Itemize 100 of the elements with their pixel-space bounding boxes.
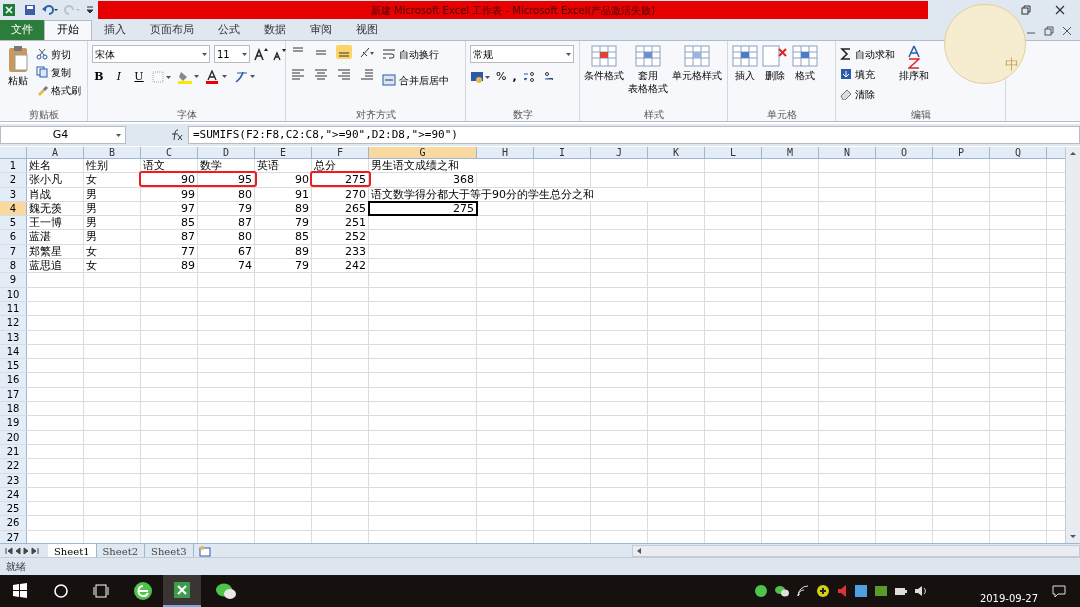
text-orientation-icon[interactable] xyxy=(359,45,375,59)
column-header[interactable]: A xyxy=(27,147,84,158)
format-button[interactable]: 格式 xyxy=(792,45,818,82)
horizontal-scrollbar[interactable] xyxy=(631,544,1080,557)
formula-field[interactable]: =SUMIFS(F2:F8,C2:C8,">=90",D2:D8,">=90") xyxy=(188,126,1080,144)
font-size-dropdown[interactable]: 11 xyxy=(214,45,250,63)
column-header[interactable]: K xyxy=(648,147,705,158)
function-icon[interactable] xyxy=(170,129,184,141)
bold-button[interactable]: B xyxy=(92,69,106,86)
column-header[interactable]: D xyxy=(198,147,255,158)
row-header[interactable]: 12 xyxy=(0,316,27,330)
conditional-formatting-button[interactable]: 条件格式 xyxy=(584,45,624,82)
toolbar-button[interactable]: 复制 xyxy=(36,63,81,81)
undo-icon[interactable] xyxy=(42,4,58,16)
delete-button[interactable]: 删除 xyxy=(762,45,788,82)
column-header[interactable]: H xyxy=(477,147,534,158)
tray-chat-icon[interactable] xyxy=(773,584,790,598)
save-icon[interactable] xyxy=(24,4,36,16)
row-header[interactable]: 8 xyxy=(0,259,27,273)
ribbon-tab[interactable]: 数据 xyxy=(252,20,298,40)
italic-button[interactable]: I xyxy=(112,69,126,86)
fill-color-icon[interactable] xyxy=(178,70,200,85)
customize-toolbar-icon[interactable] xyxy=(86,4,94,16)
toolbar-button[interactable]: 清除 xyxy=(840,85,895,103)
row-header[interactable]: 1 xyxy=(0,159,27,173)
row-header[interactable]: 25 xyxy=(0,502,27,516)
volume-icon[interactable] xyxy=(913,584,928,598)
ribbon-tab[interactable]: 视图 xyxy=(344,20,390,40)
name-box[interactable]: G4 xyxy=(0,126,126,144)
align-center-icon[interactable] xyxy=(313,67,329,81)
sort-filter-button[interactable]: 排序和 xyxy=(899,45,929,82)
wifi-icon[interactable] xyxy=(795,584,810,598)
close-icon[interactable] xyxy=(1054,4,1066,16)
format-as-table-button[interactable]: 套用 表格格式 xyxy=(628,45,668,95)
row-header[interactable]: 18 xyxy=(0,402,27,416)
column-header[interactable]: N xyxy=(819,147,876,158)
phonetic-icon[interactable] xyxy=(234,70,256,85)
row-header[interactable]: 2 xyxy=(0,173,27,187)
column-header[interactable]: O xyxy=(876,147,933,158)
sheet-tab[interactable]: Sheet1 xyxy=(48,543,97,558)
ribbon-tab[interactable]: 公式 xyxy=(206,20,252,40)
windows-start-icon[interactable] xyxy=(12,583,28,599)
tray-app-icon[interactable] xyxy=(853,584,868,598)
vertical-scrollbar[interactable] xyxy=(1065,147,1080,543)
ribbon-tab[interactable]: 开始 xyxy=(44,20,92,40)
notification-icon[interactable] xyxy=(1052,584,1066,598)
shrink-font-icon[interactable] xyxy=(272,47,286,61)
chat-bubbles-icon[interactable] xyxy=(215,581,237,601)
column-header[interactable]: J xyxy=(591,147,648,158)
column-header[interactable]: E xyxy=(255,147,312,158)
font-name-dropdown[interactable]: 宋体 xyxy=(92,45,210,63)
search-icon[interactable] xyxy=(53,583,69,599)
column-header[interactable]: B xyxy=(84,147,141,158)
browser-icon[interactable] xyxy=(133,581,153,601)
task-view-icon[interactable] xyxy=(93,583,109,599)
row-header[interactable]: 16 xyxy=(0,373,27,387)
ribbon-tab[interactable]: 页面布局 xyxy=(138,20,206,40)
row-header[interactable]: 22 xyxy=(0,459,27,473)
indent-icon[interactable] xyxy=(359,67,375,81)
grow-font-icon[interactable] xyxy=(254,47,268,61)
number-format-dropdown[interactable]: 常规 xyxy=(470,45,574,63)
toolbar-button[interactable]: 剪切 xyxy=(36,45,81,63)
comma-button[interactable]: , xyxy=(512,69,517,86)
ribbon-tab[interactable]: 审阅 xyxy=(298,20,344,40)
tray-plus-icon[interactable] xyxy=(815,584,830,598)
align-bottom-icon[interactable] xyxy=(336,45,352,59)
tray-speaker-icon[interactable] xyxy=(835,584,848,598)
column-header[interactable]: C xyxy=(141,147,198,158)
column-header[interactable]: Q xyxy=(990,147,1047,158)
toolbar-button[interactable]: 自动求和 xyxy=(840,45,895,63)
column-header[interactable]: I xyxy=(534,147,591,158)
borders-icon[interactable] xyxy=(152,71,172,84)
row-header[interactable]: 5 xyxy=(0,216,27,230)
row-header[interactable]: 19 xyxy=(0,416,27,430)
increase-decimal-icon[interactable] xyxy=(522,71,537,84)
row-header[interactable]: 26 xyxy=(0,516,27,530)
restore-window-icon[interactable] xyxy=(1044,26,1054,36)
cell-styles-button[interactable]: 单元格样式 xyxy=(672,45,722,82)
column-header[interactable]: G xyxy=(369,147,477,158)
currency-icon[interactable] xyxy=(470,70,490,85)
new-sheet-icon[interactable] xyxy=(197,544,212,557)
underline-button[interactable]: U xyxy=(132,69,146,86)
file-tab[interactable]: 文件 xyxy=(0,20,44,40)
align-left-icon[interactable] xyxy=(290,67,306,81)
percent-button[interactable]: % xyxy=(496,69,507,86)
row-header[interactable]: 9 xyxy=(0,273,27,287)
column-header[interactable]: L xyxy=(705,147,762,158)
font-color-icon[interactable] xyxy=(206,70,228,85)
excel-taskbar-button[interactable] xyxy=(163,575,201,607)
toolbar-button[interactable]: 合并后居中 xyxy=(382,71,451,89)
column-header[interactable]: P xyxy=(933,147,990,158)
restore-icon[interactable] xyxy=(1020,4,1032,16)
toolbar-button[interactable]: 格式刷 xyxy=(36,81,81,99)
insert-button[interactable]: 插入 xyxy=(732,45,758,82)
column-header[interactable]: M xyxy=(762,147,819,158)
toolbar-button[interactable]: 填充 xyxy=(840,65,895,83)
ribbon-tab[interactable]: 插入 xyxy=(92,20,138,40)
close-workbook-icon[interactable] xyxy=(1062,26,1072,36)
row-header[interactable]: 6 xyxy=(0,230,27,244)
paste-button[interactable]: 粘贴 xyxy=(4,45,32,88)
